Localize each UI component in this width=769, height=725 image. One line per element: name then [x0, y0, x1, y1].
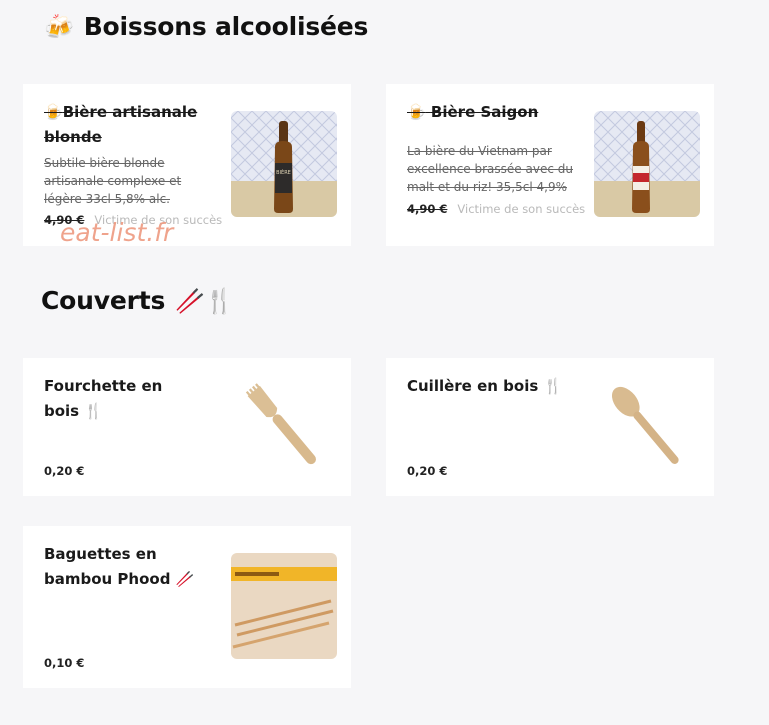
beer-mug-icon: 🍺: [407, 103, 426, 121]
price-row: 4,90 € Victime de son succès: [407, 202, 585, 216]
product-name: Fourchette en bois 🍴: [44, 377, 163, 420]
section-title-text: Boissons alcoolisées: [83, 12, 369, 41]
watermark: eat-list.fr: [60, 218, 174, 247]
chopsticks-and-cutlery-icon: 🥢🍴: [175, 286, 235, 315]
price-row: 0,20 €: [44, 464, 84, 478]
product-card-cuillere[interactable]: Cuillère en bois 🍴 0,20 €: [386, 358, 714, 496]
price-row: 0,20 €: [407, 464, 447, 478]
product-name: 🍺 Bière Saigon: [407, 103, 539, 121]
product-card-baguettes[interactable]: Baguettes en bambou Phood 🥢 0,10 €: [23, 526, 351, 688]
product-card-fourchette[interactable]: Fourchette en bois 🍴 0,20 €: [23, 358, 351, 496]
bamboo-chopsticks-image[interactable]: [231, 553, 337, 659]
beer-mug-icon: 🍻: [44, 12, 74, 41]
product-price: 0,10 €: [44, 656, 85, 670]
section-title-boissons: 🍻 Boissons alcoolisées: [44, 12, 368, 41]
saigon-beer-bottle-image[interactable]: [594, 111, 700, 217]
product-name: 🍺Bière artisanale blonde: [44, 103, 198, 146]
sold-out-status: Victime de son succès: [457, 202, 586, 216]
product-description: Subtile bière blonde artisanale complexe…: [44, 156, 182, 206]
section-title-couverts: Couverts 🥢🍴: [41, 286, 235, 315]
product-price: 4,90 €: [407, 202, 448, 216]
product-price: 0,20 €: [407, 464, 448, 478]
beer-mug-icon: 🍺: [44, 103, 63, 121]
price-row: 0,10 €: [44, 656, 84, 670]
product-name: Baguettes en bambou Phood 🥢: [44, 545, 195, 588]
product-price: 0,20 €: [44, 464, 85, 478]
svg-text:BIÈRE: BIÈRE: [276, 168, 291, 176]
wooden-spoon-image[interactable]: [594, 374, 700, 480]
section-title-text: Couverts: [41, 286, 166, 315]
cutlery-icon: 🍴: [84, 402, 104, 420]
product-description: La bière du Vietnam par excellence brass…: [407, 144, 573, 194]
beer-bottle-image[interactable]: BIÈRE: [231, 111, 337, 217]
cutlery-icon: 🍴: [543, 377, 563, 395]
product-card-biere-saigon[interactable]: 🍺 Bière Saigon La bière du Vietnam par e…: [386, 84, 714, 246]
wooden-fork-image[interactable]: [231, 374, 337, 480]
product-name: Cuillère en bois 🍴: [407, 377, 563, 395]
chopsticks-icon: 🥢: [175, 570, 195, 588]
